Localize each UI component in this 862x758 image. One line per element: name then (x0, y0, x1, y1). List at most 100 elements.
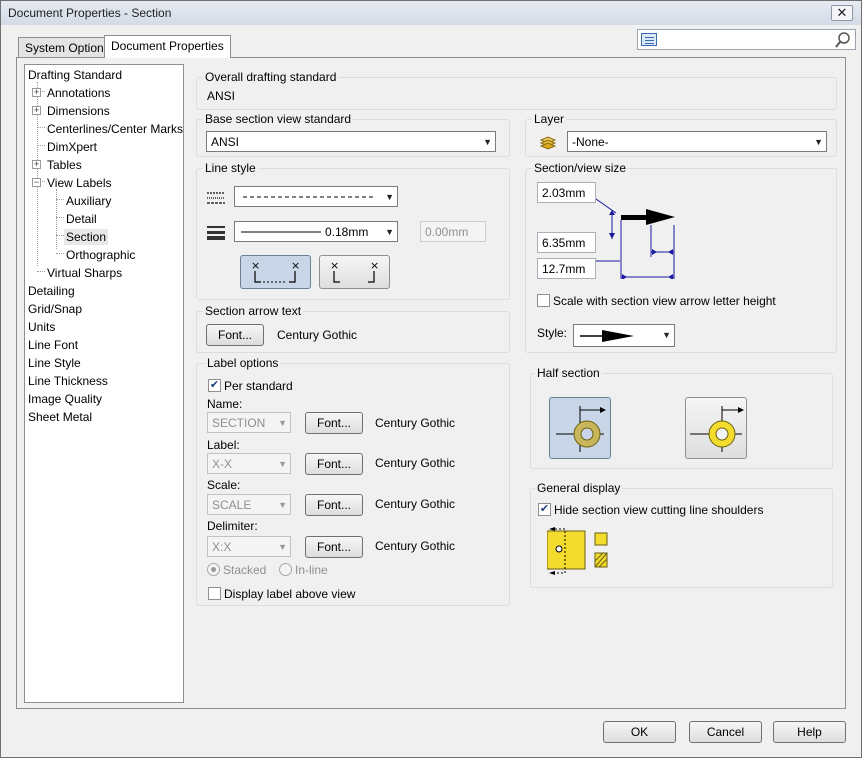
scale-font-name: Century Gothic (375, 497, 456, 511)
chevron-down-icon: ▼ (278, 459, 287, 469)
label-select[interactable]: X-X ▼ (207, 453, 291, 474)
cutting-line-style-1-button[interactable]: × × (240, 255, 311, 289)
chevron-down-icon: ▼ (385, 192, 394, 202)
layer-group: Layer -None- ▼ (525, 112, 837, 157)
dialog-window: Document Properties - Section ✕ System O… (0, 0, 862, 758)
cutting-line-style-2-button[interactable]: × × (319, 255, 390, 289)
stacked-radio[interactable] (207, 563, 220, 576)
tree-item-tables[interactable]: Tables (47, 157, 82, 173)
half-section-option-2-button[interactable] (685, 397, 747, 459)
tree-item-dimensions[interactable]: Dimensions (47, 103, 110, 119)
options-tree: Drafting Standard + Annotations + Dimens… (24, 64, 184, 703)
title-bar: Document Properties - Section ✕ (1, 1, 861, 25)
base-section-group: Base section view standard ANSI ▼ (196, 112, 510, 157)
name-select[interactable]: SECTION ▼ (207, 412, 291, 433)
delimiter-font-button[interactable]: Font... (305, 536, 363, 558)
tree-item-detailing[interactable]: Detailing (28, 283, 75, 299)
per-standard-checkbox[interactable]: ✔ (208, 379, 221, 392)
close-button[interactable]: ✕ (831, 5, 853, 21)
expand-icon[interactable]: + (32, 88, 41, 97)
tree-item-drafting-standard[interactable]: Drafting Standard (28, 67, 122, 83)
tree-item-image-quality[interactable]: Image Quality (28, 391, 102, 407)
tree-item-line-style[interactable]: Line Style (28, 355, 81, 371)
chevron-down-icon: ▼ (278, 500, 287, 510)
tree-item-line-thickness[interactable]: Line Thickness (28, 373, 108, 389)
tree-item-centerlines[interactable]: Centerlines/Center Marks (47, 121, 183, 137)
arrow-length-field[interactable]: 6.35mm (537, 232, 596, 253)
chevron-down-icon: ▼ (814, 137, 823, 147)
half-section-label: Half section (535, 366, 602, 380)
search-icon[interactable] (834, 31, 852, 49)
name-font-name: Century Gothic (375, 416, 456, 430)
section-view-size-group: Section/view size 2.03mm 6.35mm 12.7mm S… (525, 161, 837, 353)
tree-item-units[interactable]: Units (28, 319, 55, 335)
scale-caption: Scale: (207, 478, 241, 492)
half-section-icon (690, 406, 744, 452)
base-section-select[interactable]: ANSI ▼ (206, 131, 496, 152)
inline-radio[interactable] (279, 563, 292, 576)
collapse-icon[interactable]: − (32, 178, 41, 187)
arrow-head-size-field[interactable]: 2.03mm (537, 182, 596, 203)
tree-item-view-labels[interactable]: View Labels (47, 175, 112, 191)
overall-standard-group: Overall drafting standard ANSI (196, 70, 837, 110)
tree-item-annotations[interactable]: Annotations (47, 85, 110, 101)
label-font-name: Century Gothic (375, 456, 456, 470)
scale-with-letter-height-checkbox[interactable] (537, 294, 550, 307)
tab-document-properties[interactable]: Document Properties (104, 35, 231, 58)
layer-select[interactable]: -None- ▼ (567, 131, 827, 152)
delimiter-font-name: Century Gothic (375, 539, 456, 553)
line-style-group: Line style ▼ 0.18mm ▼ 0.00mm × × × × (196, 161, 510, 300)
cancel-button[interactable]: Cancel (689, 721, 762, 743)
display-above-checkbox[interactable] (208, 587, 221, 600)
chevron-down-icon: ▼ (662, 330, 671, 340)
section-view-size-label: Section/view size (532, 161, 629, 175)
tree-item-auxiliary[interactable]: Auxiliary (66, 193, 111, 209)
arrow-style-select[interactable]: ▼ (573, 324, 675, 347)
overall-standard-value: ANSI (207, 89, 236, 103)
hide-shoulders-checkbox[interactable]: ✔ (538, 503, 551, 516)
line-font-select[interactable]: ▼ (234, 186, 398, 207)
label-options-group: Label options ✔ Per standard Name: SECTI… (196, 356, 510, 606)
label-font-button[interactable]: Font... (305, 453, 363, 475)
stacked-label: Stacked (223, 563, 267, 577)
ok-button[interactable]: OK (603, 721, 676, 743)
general-display-group: General display ✔ Hide section view cutt… (530, 481, 833, 588)
arrow-style-label: Style: (537, 326, 568, 340)
tree-item-section[interactable]: Section (64, 229, 109, 245)
chevron-down-icon: ▼ (278, 418, 287, 428)
scale-select[interactable]: SCALE ▼ (207, 494, 291, 515)
label-caption: Label: (207, 438, 240, 452)
tree-item-detail[interactable]: Detail (66, 211, 97, 227)
cutting-line-icon: × × (251, 259, 300, 283)
line-thickness-select[interactable]: 0.18mm ▼ (234, 221, 398, 242)
tree-item-orthographic[interactable]: Orthographic (66, 247, 135, 263)
list-icon (641, 33, 657, 46)
section-arrow-font-button[interactable]: Font... (206, 324, 264, 346)
expand-icon[interactable]: + (32, 160, 41, 169)
scale-font-button[interactable]: Font... (305, 494, 363, 516)
search-input[interactable] (660, 31, 830, 48)
tab-system-options[interactable]: System Options (18, 37, 117, 57)
tree-item-line-font[interactable]: Line Font (28, 337, 78, 353)
tree-item-grid-snap[interactable]: Grid/Snap (28, 301, 82, 317)
delimiter-select[interactable]: X:X ▼ (207, 536, 291, 557)
label-options-label: Label options (205, 356, 281, 370)
overall-standard-label: Overall drafting standard (203, 70, 339, 84)
half-section-option-1-button[interactable] (549, 397, 611, 459)
tree-item-sheet-metal[interactable]: Sheet Metal (28, 409, 92, 425)
tree-item-dimxpert[interactable]: DimXpert (47, 139, 97, 155)
general-display-label: General display (535, 481, 623, 495)
svg-text:×: × (370, 259, 379, 272)
help-button[interactable]: Help (773, 721, 846, 743)
arrow-offset-field[interactable]: 12.7mm (537, 258, 596, 279)
tree-item-virtual-sharps[interactable]: Virtual Sharps (47, 265, 122, 281)
search-box[interactable] (637, 29, 856, 50)
name-caption: Name: (207, 397, 243, 411)
per-standard-label: Per standard (224, 379, 293, 393)
svg-text:×: × (330, 259, 339, 272)
chevron-down-icon: ▼ (278, 542, 287, 552)
name-font-button[interactable]: Font... (305, 412, 363, 434)
expand-icon[interactable]: + (32, 106, 41, 115)
chevron-down-icon: ▼ (483, 137, 492, 147)
custom-thickness-field[interactable]: 0.00mm (420, 221, 486, 242)
